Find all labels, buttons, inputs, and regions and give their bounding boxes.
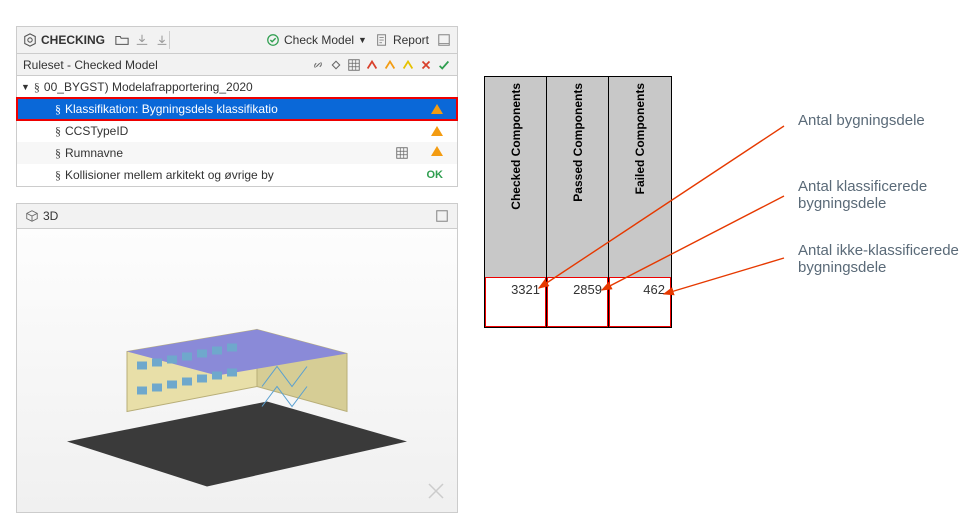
viewer-watermark-icon	[427, 482, 445, 500]
3d-viewer[interactable]	[16, 229, 458, 513]
section-icon: §	[34, 80, 40, 95]
x-red-icon[interactable]	[419, 58, 433, 72]
section-icon: §	[55, 146, 61, 161]
check-model-label: Check Model	[284, 33, 354, 47]
tree-item-label: CCSTypeID	[65, 124, 333, 138]
table-result-icon[interactable]	[395, 146, 409, 160]
check-circle-icon	[266, 33, 280, 47]
report-label: Report	[393, 33, 429, 47]
open-folder-icon[interactable]	[115, 33, 129, 47]
tree-item-ccstypeid[interactable]: § CCSTypeID	[17, 120, 457, 142]
dropdown-arrow-icon: ▼	[358, 35, 367, 45]
caret-yellow-up-icon[interactable]	[401, 58, 415, 72]
annotation-text: bygningsdele	[798, 195, 927, 212]
tree-item-label: Rumnavne	[65, 146, 333, 160]
viewer-header: 3D	[16, 203, 458, 229]
warning-icon	[431, 146, 443, 156]
warning-icon	[431, 126, 443, 136]
warning-icon	[431, 104, 443, 114]
section-icon: §	[55, 124, 61, 139]
tree-root-label: 00_BYGST) Modelafrapportering_2020	[44, 80, 333, 94]
report-icon	[375, 33, 389, 47]
annotation-text: bygningsdele	[798, 259, 959, 276]
components-table: Checked Components 3321 Passed Component…	[484, 76, 672, 328]
section-icon: §	[55, 168, 61, 183]
panel-title: CHECKING	[41, 33, 105, 47]
diamond-icon[interactable]	[329, 58, 343, 72]
column-passed: Passed Components 2859	[547, 77, 609, 327]
cube-icon	[25, 209, 39, 223]
grid-icon[interactable]	[347, 58, 361, 72]
collapse-arrow-icon[interactable]: ▼	[21, 82, 30, 92]
column-value: 3321	[485, 277, 546, 327]
column-header: Checked Components	[509, 83, 523, 210]
annotation-text: Antal bygningsdele	[798, 112, 925, 129]
save-icon[interactable]	[135, 33, 149, 47]
tree-item-klassifikation[interactable]: § Klassifikation: Bygningsdels klassifik…	[17, 98, 457, 120]
caret-orange-up-icon[interactable]	[383, 58, 397, 72]
expand-icon[interactable]	[437, 33, 451, 47]
panel-header: CHECKING Check Model ▼ Report	[16, 26, 458, 54]
annotation-2: Antal klassificerede bygningsdele	[798, 178, 927, 212]
column-checked: Checked Components 3321	[485, 77, 547, 327]
ruleset-tree: ▼ § 00_BYGST) Modelafrapportering_2020 §…	[16, 76, 458, 187]
building-model	[57, 292, 417, 495]
annotation-1: Antal bygningsdele	[798, 112, 925, 129]
column-header: Failed Components	[633, 83, 647, 194]
viewer-title: 3D	[43, 209, 58, 223]
checking-panel: CHECKING Check Model ▼ Report Ruleset - …	[16, 26, 458, 513]
check-green-icon[interactable]	[437, 58, 451, 72]
column-value: 2859	[547, 277, 608, 327]
tree-item-kollisioner[interactable]: § Kollisioner mellem arkitekt og øvrige …	[17, 164, 457, 186]
app-icon	[23, 33, 37, 47]
column-failed: Failed Components 462	[609, 77, 671, 327]
ok-status: OK	[427, 169, 444, 181]
section-icon: §	[55, 102, 61, 117]
column-value: 462	[609, 277, 671, 327]
tree-item-rumnavne[interactable]: § Rumnavne	[17, 142, 457, 164]
caret-red-up-icon[interactable]	[365, 58, 379, 72]
check-model-button[interactable]: Check Model ▼	[266, 33, 367, 47]
annotation-text: Antal ikke-klassificerede	[798, 242, 959, 259]
divider	[169, 31, 170, 49]
column-header: Passed Components	[571, 83, 585, 202]
tree-item-label: Kollisioner mellem arkitekt og øvrige by	[65, 168, 333, 182]
ruleset-caption: Ruleset - Checked Model	[23, 58, 158, 72]
link-icon[interactable]	[311, 58, 325, 72]
maximize-icon[interactable]	[435, 209, 449, 223]
report-button[interactable]: Report	[375, 33, 429, 47]
import-icon[interactable]	[155, 33, 169, 47]
tree-root-row[interactable]: ▼ § 00_BYGST) Modelafrapportering_2020	[17, 76, 457, 98]
annotation-3: Antal ikke-klassificerede bygningsdele	[798, 242, 959, 276]
annotation-text: Antal klassificerede	[798, 178, 927, 195]
ruleset-caption-row: Ruleset - Checked Model	[16, 54, 458, 76]
tree-item-label: Klassifikation: Bygningsdels klassifikat…	[65, 102, 333, 116]
